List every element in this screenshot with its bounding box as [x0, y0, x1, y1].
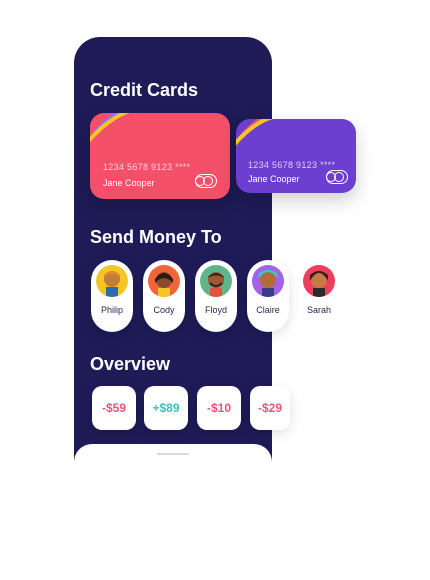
card-holder: Jane Cooper — [248, 174, 300, 184]
transaction-amount[interactable]: -$10 — [197, 386, 241, 430]
credit-card-secondary[interactable]: 1234 5678 9123 **** Jane Cooper — [236, 119, 356, 193]
contact-name: Philip — [100, 305, 123, 315]
contact-name: Claire — [256, 305, 280, 315]
avatar-sarah-icon — [303, 265, 335, 297]
sheet-handle[interactable] — [157, 453, 189, 455]
card-holder: Jane Cooper — [103, 178, 155, 188]
transaction-amount[interactable]: +$89 — [144, 386, 188, 430]
credit-cards-title: Credit Cards — [90, 80, 199, 100]
contact-philip[interactable]: Philip — [91, 260, 133, 332]
avatar-philip-icon — [96, 265, 128, 297]
avatar-cody-icon — [148, 265, 180, 297]
card-toggle-icon[interactable] — [195, 174, 217, 188]
contact-floyd[interactable]: Floyd — [195, 260, 237, 332]
send-money-title: Send Money To — [90, 227, 222, 247]
transaction-amount[interactable]: -$59 — [92, 386, 136, 430]
overview-title: Overview — [90, 354, 171, 374]
avatar-claire-icon — [252, 265, 284, 297]
credit-card-primary[interactable]: 1234 5678 9123 **** Jane Cooper — [90, 113, 230, 199]
contact-name: Cody — [153, 305, 175, 315]
bottom-sheet[interactable] — [74, 444, 272, 484]
contact-name: Sarah — [306, 305, 332, 315]
transaction-amount[interactable]: -$29 — [250, 386, 290, 430]
contact-sarah[interactable]: Sarah — [298, 260, 340, 332]
contact-claire[interactable]: Claire — [247, 260, 289, 332]
avatar-floyd-icon — [200, 265, 232, 297]
card-toggle-icon[interactable] — [326, 170, 348, 184]
card-number: 1234 5678 9123 **** — [248, 160, 336, 170]
contact-name: Floyd — [204, 305, 227, 315]
card-number: 1234 5678 9123 **** — [103, 162, 191, 172]
contact-cody[interactable]: Cody — [143, 260, 185, 332]
